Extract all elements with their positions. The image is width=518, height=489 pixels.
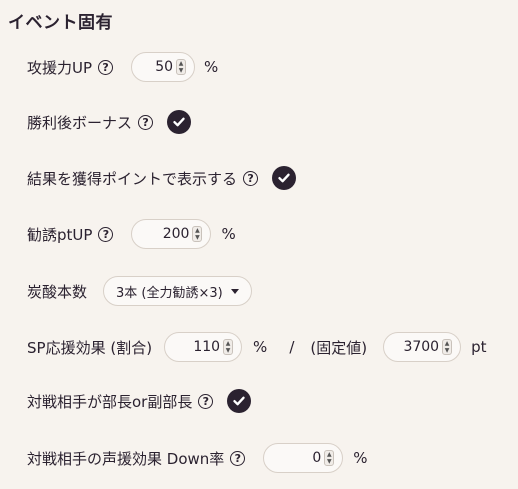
win-bonus-row: 勝利後ボーナス ? [27, 110, 192, 134]
show-points-checkbox[interactable] [272, 166, 297, 190]
show-points-label: 結果を獲得ポイントで表示する [27, 169, 238, 188]
attack-up-label: 攻援力UP [27, 58, 93, 77]
sp-fixed-unit: pt [471, 338, 487, 356]
check-icon [233, 396, 246, 406]
stepper-icon[interactable]: ▲ ▼ [442, 339, 453, 355]
show-points-row: 結果を獲得ポイントで表示する ? [27, 166, 297, 190]
opponent-down-input[interactable]: 0 ▲ ▼ [263, 443, 344, 473]
help-icon[interactable]: ? [230, 450, 246, 466]
recruit-up-value: 200 [162, 226, 190, 242]
opponent-down-row: 対戦相手の声援効果 Down率 ? 0 ▲ ▼ % [27, 443, 368, 473]
help-icon[interactable]: ? [98, 59, 114, 75]
attack-up-value: 50 [155, 59, 174, 75]
opponent-leader-label: 対戦相手が部長or副部長 [27, 392, 193, 411]
sp-ratio-value: 110 [193, 339, 221, 355]
help-icon[interactable]: ? [98, 226, 114, 242]
check-icon [173, 117, 185, 127]
recruit-up-input[interactable]: 200 ▲ ▼ [131, 219, 212, 249]
sp-ratio-unit: % [253, 338, 268, 356]
opponent-down-value: 0 [312, 450, 322, 466]
opponent-down-unit: % [353, 449, 368, 467]
recruit-up-row: 勧誘ptUP ? 200 ▲ ▼ % [27, 219, 236, 249]
opponent-down-label: 対戦相手の声援効果 Down率 [27, 449, 225, 468]
section-title: イベント固有 [8, 13, 113, 33]
recruit-up-label: 勧誘ptUP [27, 225, 93, 244]
separator: / [289, 338, 295, 356]
stepper-icon[interactable]: ▲ ▼ [192, 226, 203, 242]
attack-up-input[interactable]: 50 ▲ ▼ [131, 52, 196, 82]
sp-fixed-label: (固定値) [310, 338, 368, 357]
sp-ratio-input[interactable]: 110 ▲ ▼ [164, 332, 243, 362]
sp-effect-row: SP応援効果 (割合) 110 ▲ ▼ % / (固定値) 3700 ▲ ▼ pt [27, 332, 487, 362]
help-icon[interactable]: ? [138, 114, 154, 130]
help-icon[interactable]: ? [243, 170, 259, 186]
caret-down-icon [230, 288, 239, 294]
recruit-up-unit: % [221, 225, 236, 243]
sp-effect-label: SP応援効果 (割合) [27, 338, 153, 357]
win-bonus-label: 勝利後ボーナス [27, 113, 133, 132]
attack-up-unit: % [204, 58, 219, 76]
stepper-icon[interactable]: ▲ ▼ [176, 59, 187, 75]
opponent-leader-row: 対戦相手が部長or副部長 ? [27, 389, 252, 413]
sp-fixed-value: 3700 [403, 339, 440, 355]
soda-row: 炭酸本数 3本 (全力勧誘×3) [27, 276, 252, 306]
stepper-icon[interactable]: ▲ ▼ [324, 450, 335, 466]
win-bonus-checkbox[interactable] [167, 110, 192, 134]
sp-fixed-input[interactable]: 3700 ▲ ▼ [383, 332, 462, 362]
opponent-leader-checkbox[interactable] [227, 389, 252, 413]
stepper-icon[interactable]: ▲ ▼ [223, 339, 234, 355]
soda-select[interactable]: 3本 (全力勧誘×3) [103, 276, 252, 306]
soda-label: 炭酸本数 [27, 282, 88, 301]
soda-selected: 3本 (全力勧誘×3) [116, 285, 223, 301]
attack-up-row: 攻援力UP ? 50 ▲ ▼ % [27, 52, 218, 82]
help-icon[interactable]: ? [198, 393, 214, 409]
check-icon [278, 173, 290, 183]
